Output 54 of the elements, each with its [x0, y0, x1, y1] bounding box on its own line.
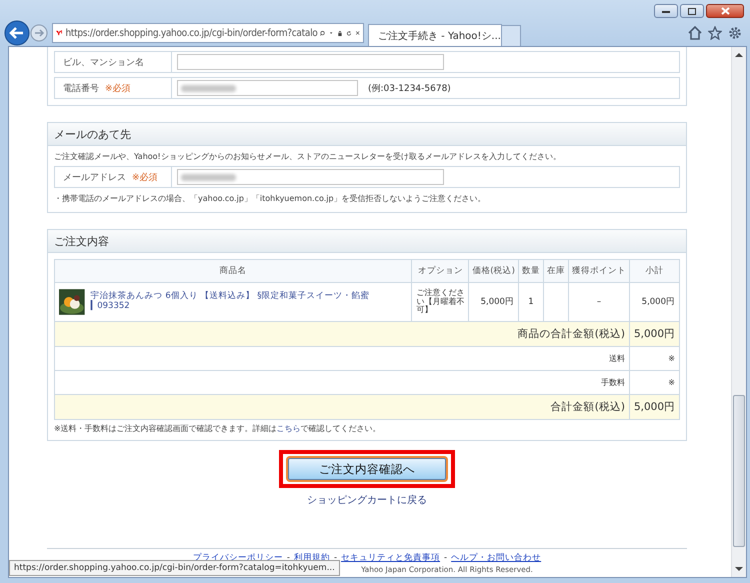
scrollbar[interactable] [731, 47, 746, 577]
input-field[interactable] [177, 169, 444, 185]
browser-tab[interactable]: ご注文手続き - Yahoo!シ... [368, 24, 502, 46]
table-cell: 5,000円 [629, 394, 680, 420]
separator: - [444, 553, 448, 563]
minimize-button[interactable] [654, 4, 678, 18]
note-text: ※送料・手数料はご注文内容確認画面で確認できます。詳細はこちらで確認してください。 [53, 423, 382, 435]
description-text: ご注文確認メールや、Yahoo!ショッピングからのお知らせメール、ストアのニュースレターを受け取るメールアドレスを入力してください。 [53, 151, 562, 162]
details-link[interactable]: こちら [276, 424, 301, 433]
section-heading: メールのあて先 [48, 123, 686, 146]
address-bar[interactable]: https://order.shopping.yahoo.co.jp/cgi-bin/order-form?catalo [52, 23, 364, 43]
input-field[interactable] [177, 54, 444, 70]
cart-link[interactable]: ショッピングカートに戻る [307, 493, 427, 507]
table-cell: 合計金額(税込) [54, 394, 630, 420]
footer-link[interactable]: ヘルプ・お問い合わせ [451, 552, 542, 564]
column-header: 商品名 [54, 260, 412, 282]
required-mark: ※必須 [132, 172, 158, 184]
settings-icon[interactable] [728, 26, 742, 40]
footer-link[interactable]: セキュリティと免責事項 [341, 552, 440, 564]
scroll-thumb[interactable] [733, 395, 745, 547]
table-cell: 商品の合計金額(税込) [54, 322, 630, 346]
maximize-icon [688, 8, 696, 14]
column-header: オプション [412, 260, 469, 282]
confirm-button[interactable]: ご注文内容確認へ [288, 458, 446, 480]
home-icon[interactable] [688, 26, 702, 40]
status-tooltip: https://order.shopping.yahoo.co.jp/cgi-bin/order-form?catalog=itohkyuem... [9, 560, 340, 576]
column-header: 小計 [629, 260, 680, 282]
url-text: https://order.shopping.yahoo.co.jp/cgi-bin/order-form?catalo [65, 28, 318, 38]
back-icon[interactable] [4, 20, 30, 46]
star-icon[interactable] [708, 26, 722, 40]
field-label: 電話番号 [63, 82, 99, 94]
field-label: ビル、マンション名 [63, 56, 144, 68]
input-field[interactable] [177, 80, 358, 96]
table-cell: ※ [629, 346, 680, 370]
separator: - [334, 553, 338, 563]
column-header: 在庫 [543, 260, 568, 282]
column-header: 数量 [518, 260, 544, 282]
required-mark: ※必須 [105, 82, 131, 94]
field-label: メールアドレス [63, 172, 126, 184]
note-text: ・携帯電話のメールアドレスの場合、「yahoo.co.jp」「itohkyuemon.co.jp」を受信拒否しないようご注意ください。 [53, 193, 487, 205]
section-heading: ご注文内容 [48, 230, 686, 253]
close-button[interactable] [706, 4, 744, 18]
table-cell: 5,000円 [629, 322, 680, 346]
separator: - [286, 553, 290, 563]
column-header: 価格(税込) [468, 260, 518, 282]
scroll-down-icon[interactable] [734, 564, 744, 574]
close-icon [720, 7, 730, 15]
column-header: 獲得ポイント [568, 260, 630, 282]
maximize-button[interactable] [680, 4, 704, 18]
scroll-up-icon[interactable] [734, 50, 744, 60]
yahoo-icon [56, 28, 62, 38]
example-text: (例:03-1234-5678) [368, 82, 451, 94]
minimize-icon [662, 9, 670, 13]
table-cell: 送料 [54, 346, 630, 370]
